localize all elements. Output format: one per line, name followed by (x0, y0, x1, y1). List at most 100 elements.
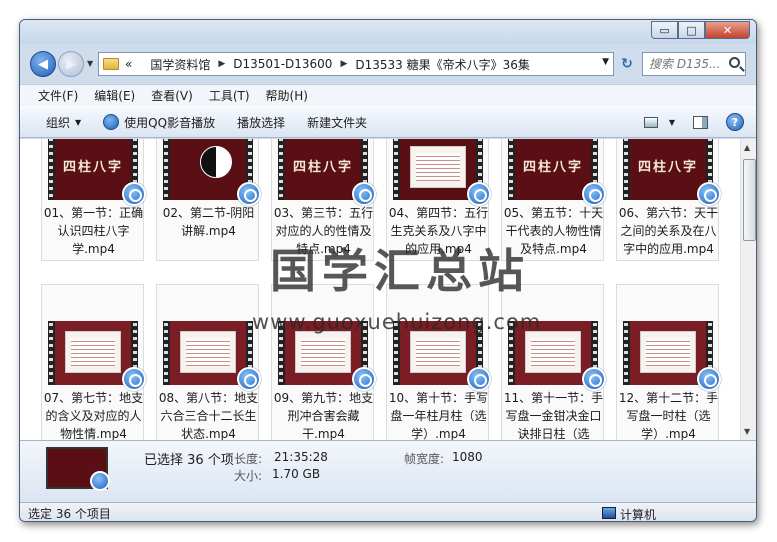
qq-player-icon (122, 182, 146, 206)
film-strip (509, 139, 513, 198)
breadcrumb-item-root[interactable]: 国学资料馆 (150, 56, 210, 73)
vertical-scrollbar[interactable]: ▲ ▼ (740, 139, 756, 440)
file-name: 07、第七节：地支的含义及对应的人物性情.mp4 (43, 391, 144, 440)
file-name: 10、第十节：手写盘一年柱月柱（选学）.mp4 (388, 391, 489, 440)
breadcrumb-item-current[interactable]: D13533 糖果《帝术八字》36集 (355, 56, 530, 73)
window-controls: ▭ □ ✕ (651, 21, 750, 39)
qq-player-icon (352, 367, 376, 391)
maximize-button[interactable]: □ (678, 21, 705, 39)
details-pane: 已选择 36 个项 长度: 21:35:28 帧宽度: 1080 大小: 1.7… (20, 440, 756, 502)
file-item[interactable]: 09、第九节：地支刑冲合害会藏干.mp4 (271, 284, 376, 440)
search-icon[interactable] (729, 57, 740, 68)
help-icon[interactable]: ? (726, 113, 744, 131)
minimize-button[interactable]: ▭ (651, 21, 678, 39)
qq-player-icon (467, 367, 491, 391)
back-button[interactable]: ◀ (30, 51, 56, 77)
document-preview (410, 331, 466, 373)
qq-player-icon (467, 182, 491, 206)
breadcrumb-chevron-icon[interactable]: ▶ (340, 59, 347, 69)
scroll-down-icon[interactable]: ▼ (744, 427, 750, 436)
film-strip (164, 323, 168, 383)
file-item[interactable]: 10、第十节：手写盘一年柱月柱（选学）.mp4 (386, 284, 491, 440)
document-preview (410, 146, 466, 188)
close-button[interactable]: ✕ (705, 21, 750, 39)
file-item[interactable]: 07、第七节：地支的含义及对应的人物性情.mp4 (41, 284, 146, 440)
organize-button[interactable]: 组织 ▼ (46, 114, 81, 131)
folder-icon (103, 58, 119, 70)
explorer-window: ▭ □ ✕ ◀ ▶ ▼ « 国学资料馆 ▶ D13501-D13600 ▶ D1… (19, 19, 757, 522)
command-bar: 组织 ▼ 使用QQ影音播放 播放选择 新建文件夹 ▼ ? (20, 106, 756, 138)
toolbar-right: ▼ ? (643, 113, 744, 131)
file-item[interactable]: 12、第十二节：手写盘一时柱（选学）.mp4 (616, 284, 721, 440)
qq-player-icon (122, 367, 146, 391)
yin-yang-icon (200, 146, 232, 178)
breadcrumb-chevron-icon[interactable]: ▶ (218, 59, 225, 69)
watermark-url: www.guoxuehuizong.com (252, 310, 542, 334)
computer-icon (602, 507, 616, 519)
film-strip (49, 323, 53, 383)
play-with-qq-button[interactable]: 使用QQ影音播放 (103, 114, 215, 131)
qq-player-icon (582, 367, 606, 391)
thumbnail-caption: 四柱八字 (637, 160, 698, 175)
search-input[interactable] (649, 57, 723, 71)
refresh-button[interactable]: ↻ (616, 52, 638, 76)
film-strip (624, 139, 628, 198)
file-item[interactable]: 11、第十一节：手写盘一金钳决金口诀排日柱（选学）.mp4 (501, 284, 606, 440)
film-strip (279, 139, 283, 198)
address-dropdown-icon[interactable]: ▼ (602, 57, 609, 67)
file-name: 01、第一节：正确认识四柱八字学.mp4 (43, 206, 144, 256)
address-bar[interactable]: « 国学资料馆 ▶ D13501-D13600 ▶ D13533 糖果《帝术八字… (98, 52, 614, 76)
file-name: 12、第十二节：手写盘一时柱（选学）.mp4 (618, 391, 719, 440)
file-name: 02、第二节-阴阳讲解.mp4 (162, 206, 255, 238)
chevron-down-icon: ▼ (75, 117, 82, 127)
qq-player-icon (237, 182, 261, 206)
size-label: 大小: (234, 469, 263, 483)
thumbnail-caption: 四柱八字 (522, 160, 583, 175)
qq-player-icon (352, 182, 376, 206)
file-name: 08、第八节：地支六合三合十二长生状态.mp4 (158, 391, 259, 440)
film-strip (49, 139, 53, 198)
menu-edit[interactable]: 编辑(E) (94, 87, 135, 104)
thumbnail-caption: 四柱八字 (292, 160, 353, 175)
file-item[interactable]: 08、第八节：地支六合三合十二长生状态.mp4 (156, 284, 261, 440)
preview-pane-icon[interactable] (693, 115, 708, 129)
file-name: 06、第六节：天干之间的关系及在八字中的应用.mp4 (618, 206, 719, 256)
file-name: 11、第十一节：手写盘一金钳决金口诀排日柱（选学）.mp4 (503, 391, 604, 440)
document-preview (640, 331, 696, 373)
thumbnail-caption: 四柱八字 (62, 160, 123, 175)
search-box[interactable] (642, 52, 746, 76)
document-preview (295, 331, 351, 373)
length-label: 长度: (234, 452, 263, 466)
frame-width-label: 帧宽度: (404, 452, 445, 466)
breadcrumb-prefix[interactable]: « (125, 57, 132, 71)
file-item[interactable]: 四柱八字 06、第六节：天干之间的关系及在八字中的应用.mp4 (616, 139, 721, 261)
file-item[interactable]: 四柱八字 01、第一节：正确认识四柱八字学.mp4 (41, 139, 146, 261)
play-selection-button[interactable]: 播放选择 (237, 114, 285, 131)
scroll-thumb[interactable] (743, 159, 756, 241)
file-item[interactable]: 02、第二节-阴阳讲解.mp4 (156, 139, 261, 261)
menu-help[interactable]: 帮助(H) (266, 87, 308, 104)
navigation-bar: ◀ ▶ ▼ « 国学资料馆 ▶ D13501-D13600 ▶ D13533 糖… (20, 44, 756, 82)
status-selection-text: 选定 36 个项目 (28, 506, 111, 521)
title-bar[interactable]: ▭ □ ✕ (20, 20, 756, 44)
film-strip (164, 139, 168, 198)
change-view-icon[interactable] (643, 116, 658, 128)
menu-view[interactable]: 查看(V) (151, 87, 193, 104)
menu-file[interactable]: 文件(F) (38, 87, 78, 104)
qq-player-icon (582, 182, 606, 206)
history-dropdown-icon[interactable]: ▼ (87, 59, 93, 68)
length-value: 21:35:28 (274, 450, 328, 464)
view-dropdown-icon[interactable]: ▼ (669, 118, 675, 127)
qq-player-icon (103, 114, 120, 130)
forward-button[interactable]: ▶ (58, 51, 84, 77)
play-with-qq-label: 使用QQ影音播放 (124, 115, 216, 130)
menu-tools[interactable]: 工具(T) (209, 87, 250, 104)
qq-player-icon (237, 367, 261, 391)
breadcrumb-item-range[interactable]: D13501-D13600 (233, 57, 332, 71)
frame-width-value: 1080 (452, 450, 483, 464)
scroll-up-icon[interactable]: ▲ (744, 143, 750, 152)
qq-player-icon (697, 367, 721, 391)
document-preview (65, 331, 121, 373)
qq-player-icon (90, 471, 110, 491)
new-folder-button[interactable]: 新建文件夹 (307, 114, 367, 131)
